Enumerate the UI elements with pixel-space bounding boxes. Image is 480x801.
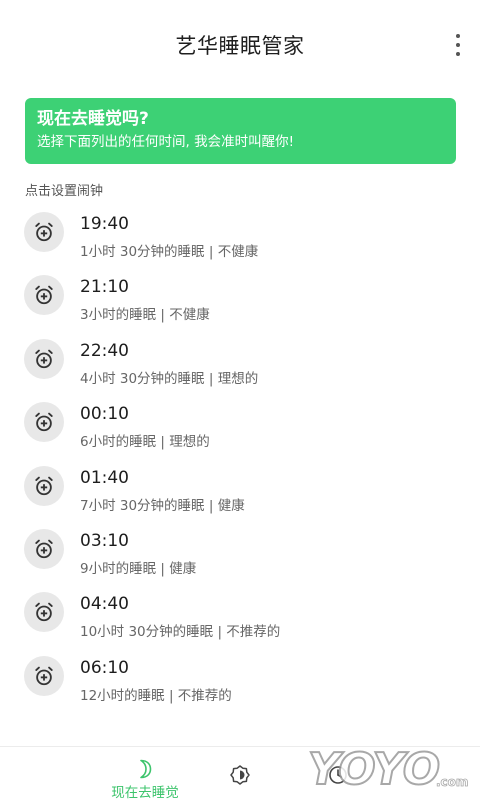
- alarm-list: 19:40 1小时 30分钟的睡眠 | 不健康 21:10 3小时的睡眠 | 不…: [0, 208, 480, 715]
- sleep-now-banner[interactable]: 现在去睡觉吗? 选择下面列出的任何时间, 我会准时叫醒你!: [25, 98, 456, 164]
- alarm-description: 3小时的睡眠 | 不健康: [80, 307, 210, 324]
- tab-sleep-now[interactable]: 现在去睡觉: [95, 747, 195, 801]
- alarm-item[interactable]: 03:10 9小时的睡眠 | 健康: [0, 525, 480, 588]
- bottom-navigation: 现在去睡觉: [0, 746, 480, 801]
- alarm-description: 6小时的睡眠 | 理想的: [80, 434, 210, 451]
- alarm-time: 22:40: [80, 340, 129, 361]
- tab-wake-time[interactable]: [210, 747, 270, 801]
- alarm-add-icon: [24, 338, 64, 379]
- alarm-add-icon: [24, 655, 64, 696]
- alarm-time: 04:40: [80, 594, 129, 615]
- alarm-item[interactable]: 00:10 6小时的睡眠 | 理想的: [0, 398, 480, 461]
- alarm-add-icon: [24, 212, 64, 252]
- clock-icon: [328, 765, 348, 785]
- tab-sleep-now-label: 现在去睡觉: [111, 785, 179, 801]
- alarm-add-icon: [24, 275, 64, 316]
- alarm-description: 9小时的睡眠 | 健康: [80, 560, 197, 577]
- alarm-description: 7小时 30分钟的睡眠 | 健康: [80, 497, 245, 514]
- tab-alarm-clock[interactable]: [308, 747, 368, 801]
- alarm-add-icon: [24, 528, 64, 569]
- alarm-description: 1小时 30分钟的睡眠 | 不健康: [80, 244, 259, 260]
- alarm-item[interactable]: 21:10 3小时的睡眠 | 不健康: [0, 271, 480, 334]
- app-title: 艺华睡眠管家: [175, 34, 305, 58]
- alarm-item[interactable]: 06:10 12小时的睡眠 | 不推荐的: [0, 652, 480, 715]
- alarm-time: 21:10: [80, 277, 129, 298]
- alarm-description: 10小时 30分钟的睡眠 | 不推荐的: [80, 624, 281, 641]
- app-bar: 艺华睡眠管家: [0, 0, 480, 96]
- banner-subtitle: 选择下面列出的任何时间, 我会准时叫醒你!: [37, 134, 294, 150]
- brightness-icon: [230, 765, 250, 785]
- section-label: 点击设置闹钟: [25, 184, 104, 199]
- alarm-item[interactable]: 01:40 7小时 30分钟的睡眠 | 健康: [0, 462, 480, 525]
- alarm-add-icon: [24, 592, 64, 633]
- alarm-time: 01:40: [80, 467, 129, 488]
- alarm-add-icon: [24, 465, 64, 506]
- banner-title: 现在去睡觉吗?: [37, 109, 149, 129]
- alarm-description: 4小时 30分钟的睡眠 | 理想的: [80, 370, 259, 387]
- alarm-time: 06:10: [80, 657, 129, 678]
- alarm-description: 12小时的睡眠 | 不推荐的: [80, 687, 232, 704]
- crescent-moon-icon: [138, 759, 152, 779]
- more-options-icon[interactable]: [450, 34, 466, 56]
- alarm-item[interactable]: 22:40 4小时 30分钟的睡眠 | 理想的: [0, 335, 480, 398]
- alarm-time: 00:10: [80, 404, 129, 425]
- alarm-add-icon: [24, 402, 64, 443]
- alarm-time: 19:40: [80, 214, 129, 234]
- alarm-item[interactable]: 19:40 1小时 30分钟的睡眠 | 不健康: [0, 208, 480, 271]
- alarm-time: 03:10: [80, 530, 129, 551]
- alarm-item[interactable]: 04:40 10小时 30分钟的睡眠 | 不推荐的: [0, 588, 480, 651]
